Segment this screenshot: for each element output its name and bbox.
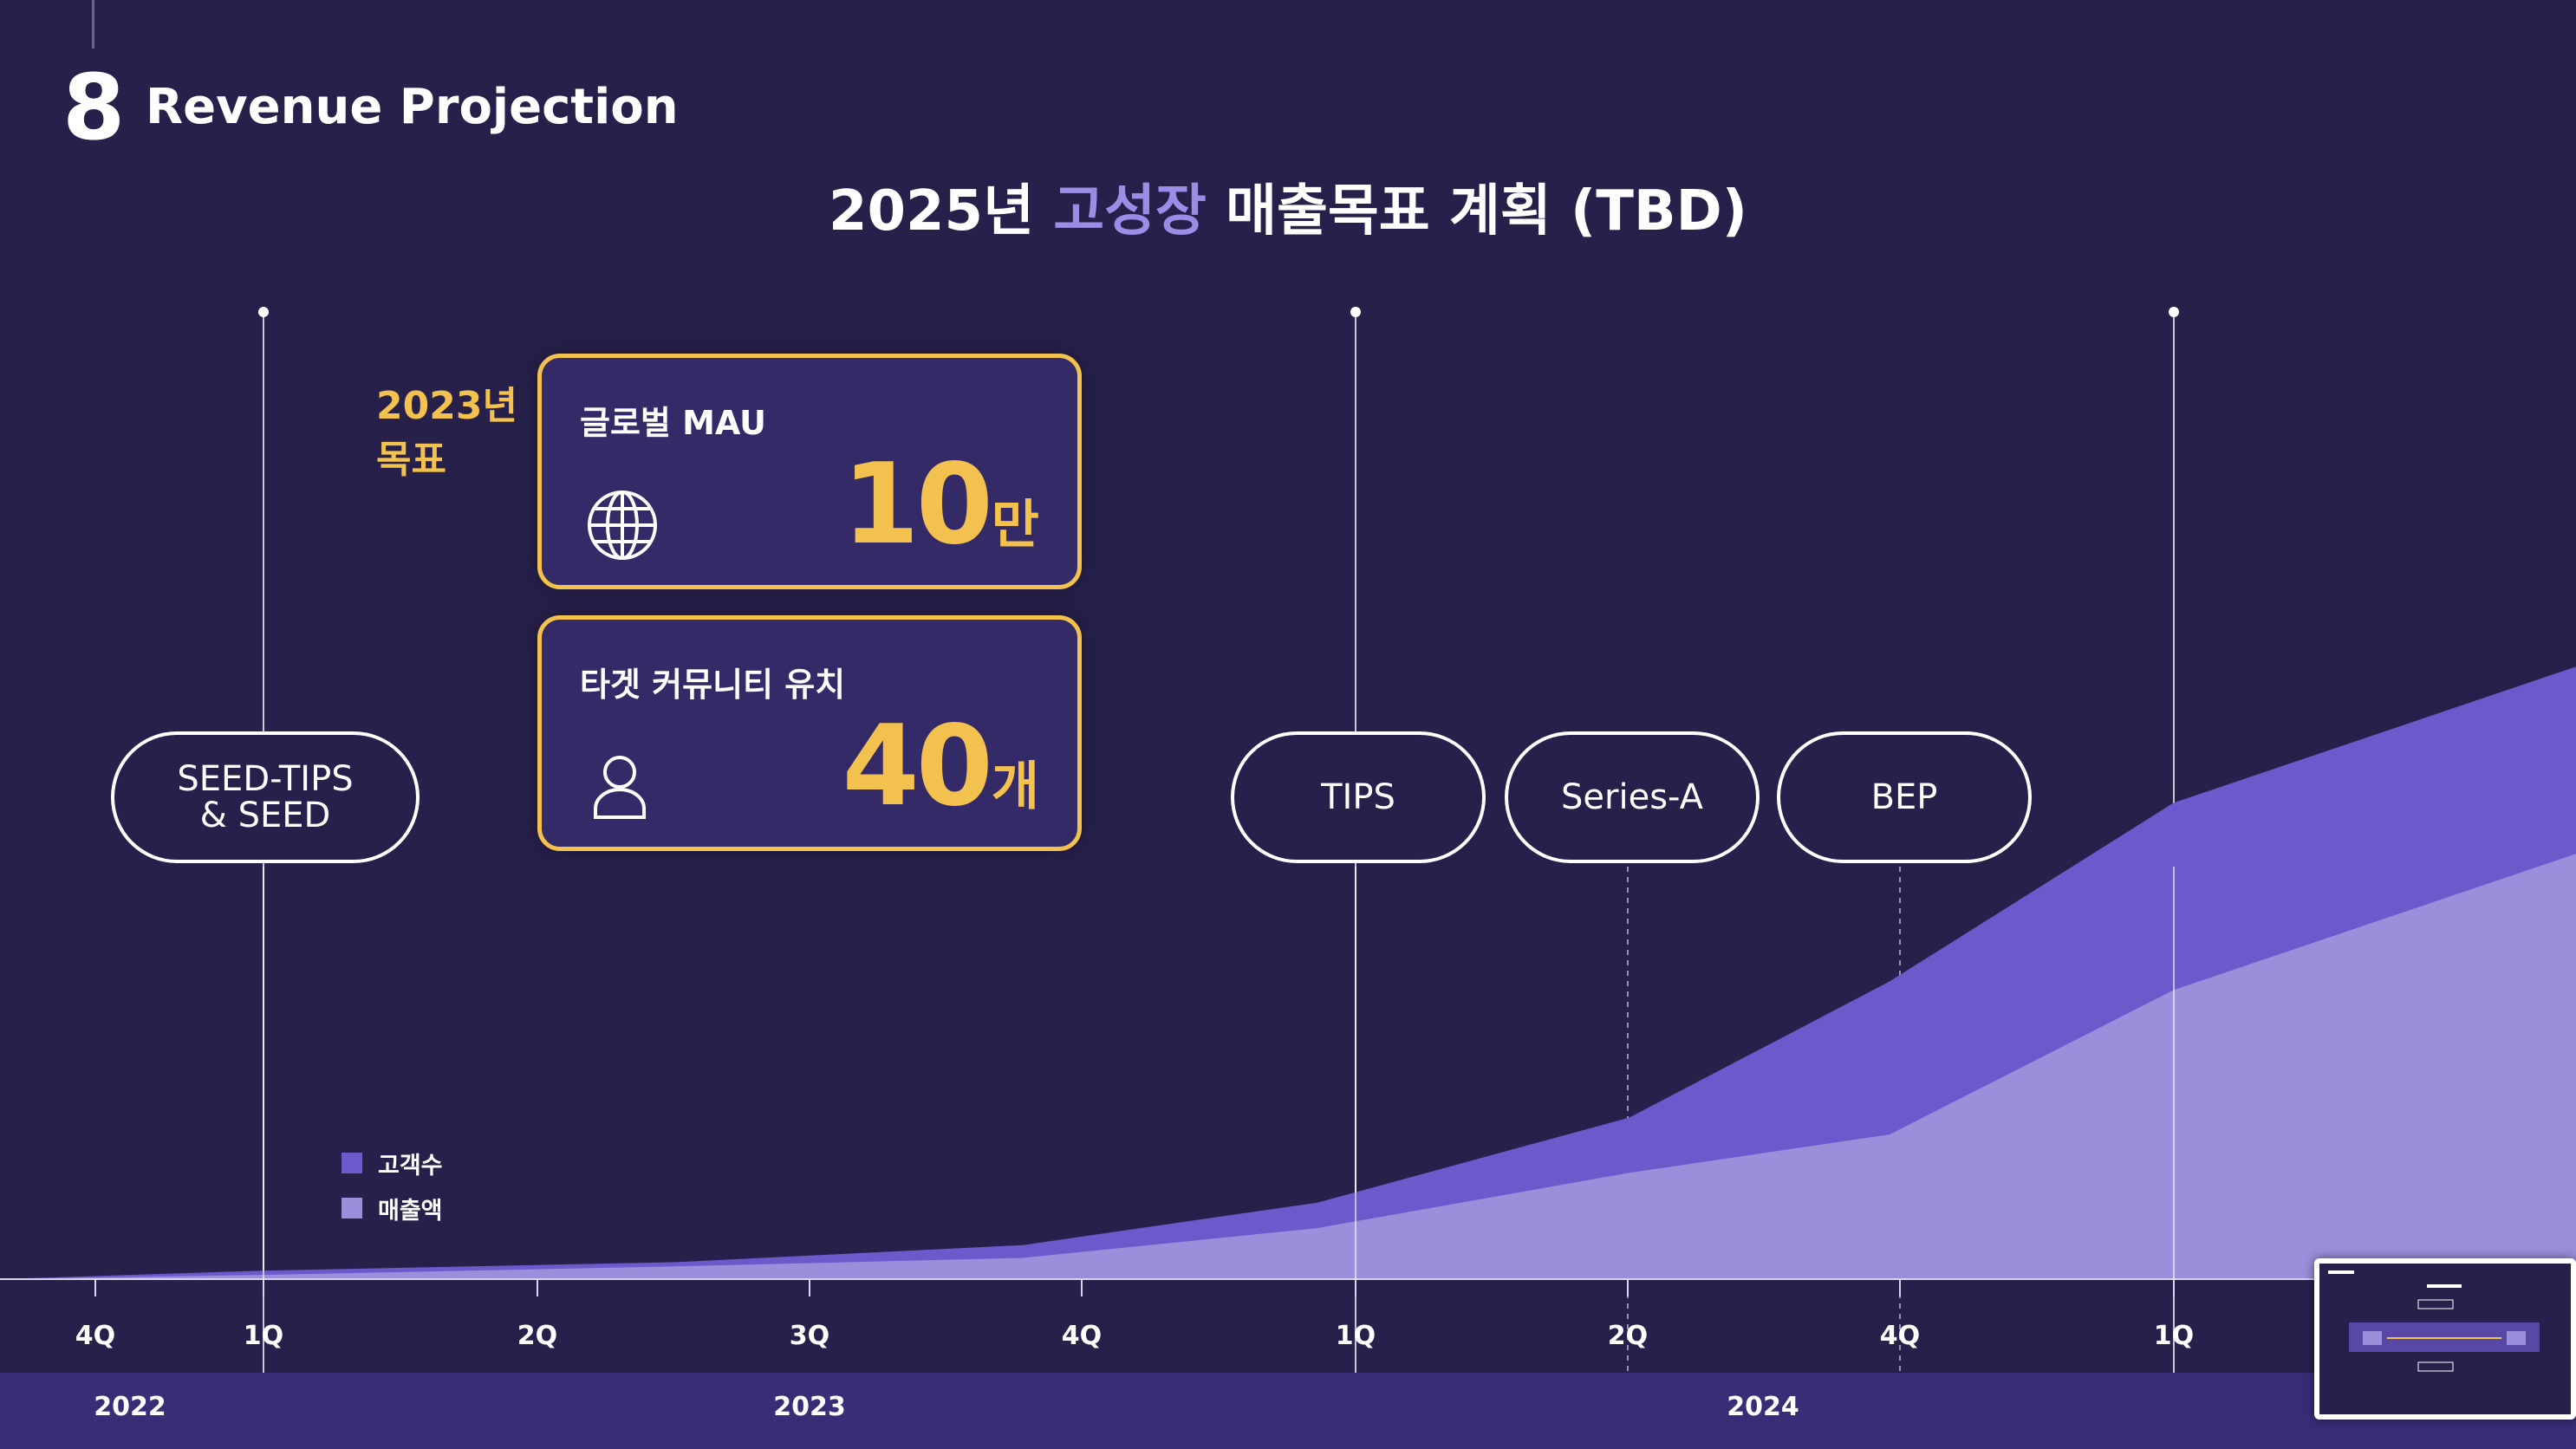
milestone-series-a-label: Series-A xyxy=(1561,777,1703,817)
milestone-tips: TIPS xyxy=(1231,731,1486,863)
headline: 2025년 고성장 매출목표 계획 (TBD) xyxy=(0,179,2576,245)
mau-goal-card: 글로벌 MAU 10만 xyxy=(537,354,1082,589)
milestone-bep: BEP xyxy=(1777,731,2032,863)
year-label: 2023 xyxy=(773,1392,846,1422)
headline-highlight: 고성장 xyxy=(1053,179,1207,244)
x-tick-label: 4Q xyxy=(1879,1321,1921,1351)
milestone-tips-label: TIPS xyxy=(1321,777,1395,817)
community-value-number: 40 xyxy=(842,702,993,831)
section-title: Revenue Projection xyxy=(146,79,679,135)
milestone-seed-tips: SEED-TIPS & SEED xyxy=(111,731,420,863)
person-icon xyxy=(594,756,646,819)
community-goal-card: 타겟 커뮤니티 유치 40개 xyxy=(537,615,1082,851)
section-number: 8 xyxy=(62,55,126,160)
mau-card-title: 글로벌 MAU xyxy=(580,404,767,442)
timeline-dot xyxy=(258,307,269,317)
mau-value-unit: 만 xyxy=(991,495,1039,556)
goal-label: 2023년 목표 xyxy=(376,380,517,486)
milestone-bep-label: BEP xyxy=(1870,777,1938,817)
x-tick-label: 1Q xyxy=(1335,1321,1376,1351)
chart-legend: 고객수 매출액 xyxy=(342,1140,443,1231)
community-card-title: 타겟 커뮤니티 유치 xyxy=(580,666,846,704)
milestone-series-a: Series-A xyxy=(1505,731,1760,863)
milestone-seed-tips-line1: SEED-TIPS xyxy=(177,759,354,799)
community-value-unit: 개 xyxy=(991,757,1039,817)
headline-prefix: 2025년 xyxy=(828,179,1054,244)
headline-suffix: 매출목표 계획 (TBD) xyxy=(1206,179,1748,244)
year-band xyxy=(0,1373,2576,1449)
year-label: 2024 xyxy=(1727,1392,1799,1422)
mau-card-value: 10만 xyxy=(842,450,1039,561)
x-tick-label: 1Q xyxy=(2153,1321,2195,1351)
legend-item-revenue: 매출액 xyxy=(342,1186,443,1231)
milestone-seed-tips-line2: & SEED xyxy=(199,796,331,835)
x-tick-label: 3Q xyxy=(789,1321,830,1351)
slide-thumbnail[interactable] xyxy=(2314,1258,2576,1420)
timeline-dot xyxy=(1350,307,1361,317)
x-tick-label: 2Q xyxy=(1607,1321,1649,1351)
goal-label-year: 2023년 xyxy=(376,384,517,428)
legend-label-customers: 고객수 xyxy=(378,1152,443,1179)
goal-label-text: 목표 xyxy=(376,437,446,482)
x-tick-label: 2Q xyxy=(517,1321,558,1351)
timeline-dot xyxy=(2169,307,2179,317)
legend-item-customers: 고객수 xyxy=(342,1140,443,1186)
legend-label-revenue: 매출액 xyxy=(378,1197,443,1225)
header-tick-line xyxy=(92,0,94,49)
globe-icon xyxy=(588,491,657,560)
x-tick-label: 1Q xyxy=(243,1321,284,1351)
x-tick-label: 4Q xyxy=(75,1321,116,1351)
x-tick-label: 4Q xyxy=(1061,1321,1103,1351)
legend-swatch-revenue xyxy=(342,1198,362,1218)
year-label: 2022 xyxy=(94,1392,166,1422)
community-card-value: 40개 xyxy=(842,712,1039,822)
mau-value-number: 10 xyxy=(842,440,993,569)
legend-swatch-customers xyxy=(342,1153,362,1173)
slide-thumbnail-image xyxy=(2319,1264,2571,1414)
